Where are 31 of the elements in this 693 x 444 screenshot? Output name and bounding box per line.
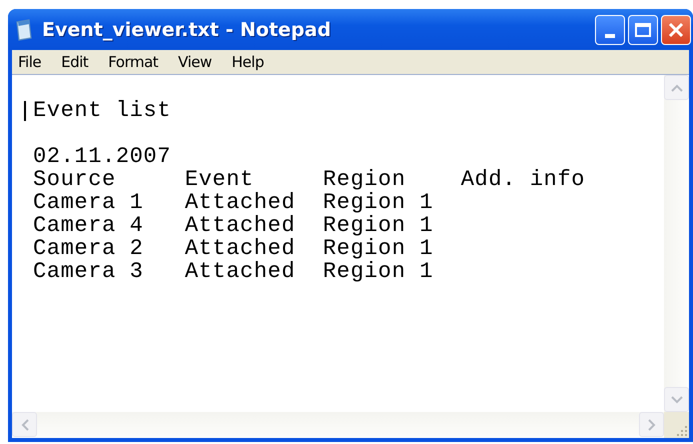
notepad-icon — [14, 18, 34, 40]
vertical-scrollbar[interactable] — [664, 75, 689, 412]
grip-dots-icon — [675, 424, 689, 438]
menu-item[interactable]: Edit — [61, 53, 88, 71]
close-icon — [667, 20, 685, 38]
window-title: Event_viewer.txt - Notepad — [42, 18, 331, 40]
chevron-right-icon — [648, 418, 656, 430]
menu-item[interactable]: File — [18, 53, 42, 71]
scroll-left-button[interactable] — [12, 412, 37, 437]
menu-item[interactable]: Help — [232, 53, 264, 71]
text-cursor — [24, 101, 26, 121]
text-line: Camera 3 Attached Region 1 — [33, 260, 434, 283]
text-line: Source Event Region Add. info — [33, 168, 586, 191]
text-line: Camera 4 Attached Region 1 — [33, 214, 434, 237]
text-line: Camera 1 Attached Region 1 — [33, 191, 434, 214]
maximize-button[interactable] — [628, 14, 658, 44]
minimize-button[interactable] — [595, 14, 625, 44]
resize-grip[interactable] — [664, 412, 689, 438]
menu-item[interactable]: Format — [108, 53, 158, 71]
scroll-up-button[interactable] — [664, 75, 689, 100]
text-line: 02.11.2007 — [33, 145, 172, 168]
text-line: Camera 2 Attached Region 1 — [33, 237, 434, 260]
text-line: Event list — [33, 99, 172, 122]
chevron-left-icon — [20, 418, 28, 430]
horizontal-scrollbar[interactable] — [12, 412, 664, 438]
close-button[interactable] — [661, 14, 691, 44]
scroll-down-button[interactable] — [664, 387, 689, 412]
menu-item[interactable]: View — [178, 53, 212, 71]
chevron-down-icon — [670, 396, 682, 404]
chevron-up-icon — [670, 84, 682, 92]
scroll-right-button[interactable] — [639, 412, 664, 437]
